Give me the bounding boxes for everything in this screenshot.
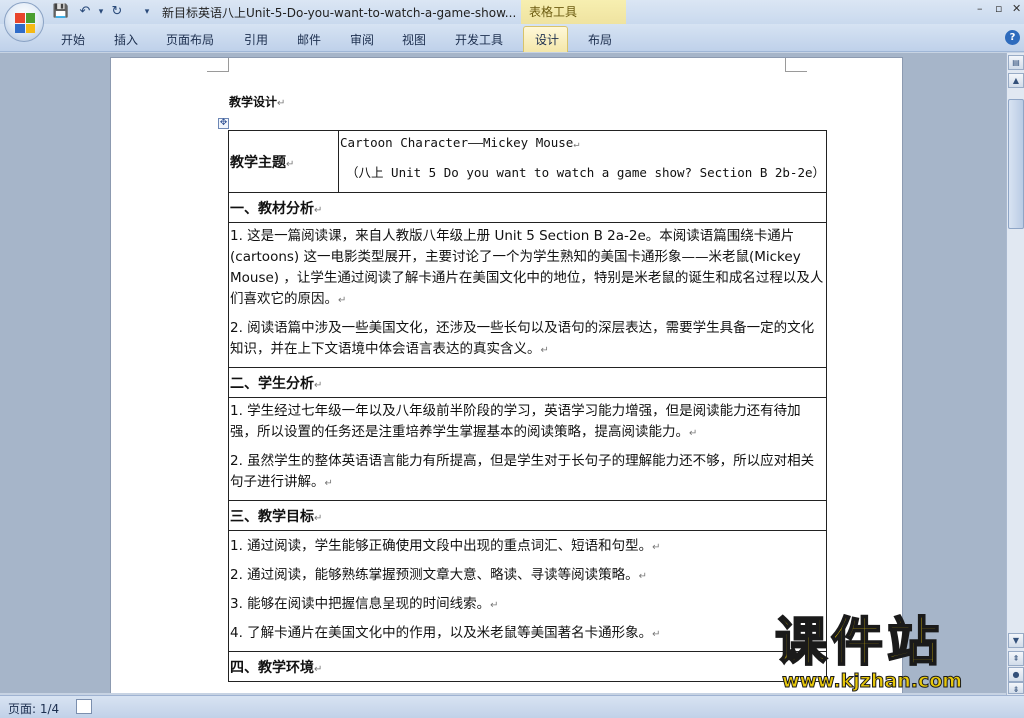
tab-mailings[interactable]: 邮件 [297,31,321,48]
theme-subtitle: （八上 Unit 5 Do you want to watch a game s… [346,165,825,180]
section-body: 1. 通过阅读，学生能够正确使用文段中出现的重点词汇、短语和句型。↵ 2. 通过… [228,530,827,652]
paragraph: 1. 学生经过七年级一年以及八年级前半阶段的学习，英语学习能力增强，但是阅读能力… [230,403,801,440]
title-bar: 💾 ↶ ▾ ↻ ▾ 新目标英语八上Unit-5-Do-you-want-to-w… [0,0,1024,24]
save-icon[interactable]: 💾 [52,3,70,21]
page-count[interactable]: 页面: 1/4 [8,700,59,717]
tab-home[interactable]: 开始 [61,31,85,48]
watermark-url: www.kjzhan.com [781,670,963,693]
paragraph: 4. 了解卡通片在美国文化中的作用，以及米老鼠等美国著名卡通形象。↵ [230,625,661,641]
tab-design[interactable]: 设计 [535,31,559,48]
section-title: 四、教学环境↵ [228,651,827,682]
document-page[interactable]: 教学设计↵ ✥ 教学主题↵ Cartoon Character——Mickey … [110,57,903,693]
tab-page-layout[interactable]: 页面布局 [166,31,214,48]
proofing-icon[interactable] [76,699,92,714]
margin-corner-mark [207,58,229,72]
theme-value-cell: Cartoon Character——Mickey Mouse↵ （八上 Uni… [338,130,827,193]
paragraph: 2. 虽然学生的整体英语语言能力有所提高，但是学生对于长句子的理解能力还不够，所… [230,453,815,490]
section-body: 1. 学生经过七年级一年以及八年级前半阶段的学习，英语学习能力增强，但是阅读能力… [228,397,827,501]
window-title: 新目标英语八上Unit-5-Do-you-want-to-watch-a-gam… [162,6,517,20]
table-row: 二、学生分析↵ [228,367,827,398]
table-row: 1. 通过阅读，学生能够正确使用文段中出现的重点词汇、短语和句型。↵ 2. 通过… [228,530,827,652]
section-title: 一、教材分析↵ [228,192,827,223]
tab-developer[interactable]: 开发工具 [455,31,503,48]
scroll-thumb[interactable] [1008,99,1024,229]
paragraph: 2. 阅读语篇中涉及一些美国文化，还涉及一些长句以及语句的深层表达，需要学生具备… [230,320,815,357]
section-title: 二、学生分析↵ [228,367,827,398]
office-button[interactable] [4,2,44,42]
theme-title: Cartoon Character——Mickey Mouse [340,135,574,150]
minimize-icon[interactable]: – [977,2,983,15]
section-body: 1. 这是一篇阅读课，来自人教版八年级上册 Unit 5 Section B 2… [228,222,827,368]
tab-references[interactable]: 引用 [244,31,268,48]
customize-qat-icon[interactable]: ▾ [138,3,156,21]
watermark-logo: 课件站 [774,612,944,674]
tab-layout[interactable]: 布局 [588,31,612,48]
paragraph: 3. 能够在阅读中把握信息呈现的时间线索。↵ [230,596,499,612]
scroll-down-icon[interactable]: ▼ [1008,633,1024,648]
browse-object-icon[interactable]: ● [1008,667,1024,682]
office-logo-icon [15,13,35,33]
table-row: 一、教材分析↵ [228,192,827,223]
next-page-icon[interactable]: ⇟ [1008,682,1024,694]
paragraph: 1. 这是一篇阅读课，来自人教版八年级上册 Unit 5 Section B 2… [230,228,824,307]
table-row: 1. 这是一篇阅读课，来自人教版八年级上册 Unit 5 Section B 2… [228,222,827,368]
tab-insert[interactable]: 插入 [114,31,138,48]
table-move-handle[interactable]: ✥ [218,118,229,129]
scroll-up-icon[interactable]: ▲ [1008,73,1024,88]
redo-icon[interactable]: ↻ [108,3,126,21]
view-ruler-icon[interactable]: ▤ [1008,55,1024,70]
theme-label-cell: 教学主题↵ [227,130,340,193]
help-icon[interactable]: ? [1005,30,1020,45]
table-row: 1. 学生经过七年级一年以及八年级前半阶段的学习，英语学习能力增强，但是阅读能力… [228,397,827,501]
status-bar: 页面: 1/4 [0,695,1024,718]
table-row: 三、教学目标↵ [228,500,827,531]
paragraph: 1. 通过阅读，学生能够正确使用文段中出现的重点词汇、短语和句型。↵ [230,538,661,554]
paragraph: 2. 通过阅读，能够熟练掌握预测文章大意、略读、寻读等阅读策略。↵ [230,567,648,583]
restore-icon[interactable]: ▫ [995,2,1002,15]
previous-page-icon[interactable]: ⇞ [1008,651,1024,666]
document-heading: 教学设计↵ [229,95,286,109]
table-row: 教学主题↵ Cartoon Character——Mickey Mouse↵ （… [227,130,827,193]
close-icon[interactable]: ✕ [1012,2,1021,15]
ribbon-tabs [0,24,1024,52]
lesson-plan-table: 教学主题↵ Cartoon Character——Mickey Mouse↵ （… [227,130,827,682]
vertical-scrollbar[interactable]: ▤ ▲ ▼ ⇞ ● ⇟ [1006,53,1024,695]
section-title: 三、教学目标↵ [228,500,827,531]
table-tools-context-label: 表格工具 [521,0,626,24]
document-area: 教学设计↵ ✥ 教学主题↵ Cartoon Character——Mickey … [0,53,1006,693]
tab-review[interactable]: 审阅 [350,31,374,48]
tab-view[interactable]: 视图 [402,31,426,48]
margin-corner-mark [785,58,807,72]
table-row: 四、教学环境↵ [228,651,827,682]
